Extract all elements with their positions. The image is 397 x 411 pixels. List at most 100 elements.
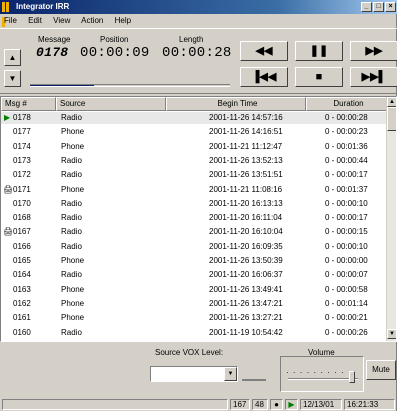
rewind-button[interactable]: ◀◀ <box>240 41 288 61</box>
table-row[interactable]: 0170 Radio 2001-11-20 16:13:13 0 - 00:00:10 <box>1 198 388 210</box>
list-header: Msg # Source Begin Time Duration <box>1 97 388 111</box>
cell-msg: 0167 <box>13 227 31 237</box>
volume-slider-track[interactable] <box>288 378 358 380</box>
cell-msg: 0177 <box>13 127 31 137</box>
table-row[interactable]: 🖨 0171 Phone 2001-11-21 11:08:16 0 - 00:01:3… <box>1 184 388 196</box>
cell-msg: 0168 <box>13 213 31 223</box>
cell-msg: 0174 <box>13 141 31 151</box>
menu-bar: File Edit View Action Help <box>0 14 397 27</box>
cell-begin-time: 2001-11-26 13:47:21 <box>209 298 283 308</box>
cell-duration: 0 - 00:01:14 <box>325 298 368 308</box>
table-row[interactable]: 0174 Phone 2001-11-21 11:12:47 0 - 00:01:36 <box>1 141 388 153</box>
cell-source: Radio <box>61 170 82 180</box>
table-row[interactable]: 0173 Radio 2001-11-26 13:52:13 0 - 00:00:44 <box>1 155 388 167</box>
cell-msg: 0173 <box>13 155 31 165</box>
table-row[interactable]: 🖨 0167 Radio 2001-11-20 16:10:04 0 - 00:00:1… <box>1 226 388 238</box>
cell-source: Phone <box>61 141 85 151</box>
cell-duration: 0 - 00:00:21 <box>325 313 368 323</box>
pause-button[interactable]: ❚❚ <box>295 41 343 61</box>
playback-display: Message Position Length 0178 00:00:09 00… <box>26 33 231 81</box>
column-header-source[interactable]: Source <box>56 97 166 111</box>
cell-duration: 0 - 00:01:36 <box>325 141 368 151</box>
cell-msg: 0160 <box>13 327 31 337</box>
table-row[interactable]: 0172 Radio 2001-11-26 13:51:51 0 - 00:00:17 <box>1 169 388 181</box>
cell-source: Phone <box>61 298 85 308</box>
cell-duration: 0 - 00:00:26 <box>325 327 368 337</box>
stop-button[interactable]: ■ <box>295 67 343 87</box>
lock-icon: 🖨 <box>3 184 14 194</box>
message-number: 0178 <box>36 45 69 60</box>
app-window: Integrator IRR _ □ × File Edit View Acti… <box>0 0 397 411</box>
cell-source: Radio <box>61 155 82 165</box>
cell-duration: 0 - 00:00:17 <box>325 213 368 223</box>
menu-file[interactable]: File <box>4 16 17 25</box>
message-label: Message <box>38 35 71 44</box>
playback-progress[interactable] <box>30 84 230 87</box>
cell-begin-time: 2001-11-20 16:10:04 <box>209 227 283 237</box>
progress-fill <box>30 85 94 86</box>
cell-begin-time: 2001-11-20 16:11:04 <box>209 213 283 223</box>
table-row[interactable]: 0164 Radio 2001-11-20 16:06:37 0 - 00:00:07 <box>1 269 388 281</box>
menu-action[interactable]: Action <box>81 16 103 25</box>
status-pane-main <box>2 399 228 410</box>
length-label: Length <box>179 35 204 44</box>
app-logo-icon <box>2 2 13 27</box>
table-row[interactable]: 0166 Radio 2001-11-20 16:09:35 0 - 00:00:10 <box>1 241 388 253</box>
cell-begin-time: 2001-11-26 13:51:51 <box>209 170 283 180</box>
position-label: Position <box>100 35 129 44</box>
cell-duration: 0 - 00:00:23 <box>325 127 368 137</box>
column-header-begin-time[interactable]: Begin Time <box>166 97 306 111</box>
skip-forward-button[interactable]: ▶▶▌ <box>350 67 397 87</box>
table-row[interactable]: 0160 Radio 2001-11-19 10:54:42 0 - 00:00:26 <box>1 327 388 339</box>
table-row[interactable]: 0161 Phone 2001-11-26 13:27:21 0 - 00:00:21 <box>1 312 388 324</box>
table-row[interactable]: 0162 Phone 2001-11-26 13:47:21 0 - 00:01:14 <box>1 298 388 310</box>
transport-panel: ▲ ▼ Message Position Length 0178 00:00:0… <box>0 28 397 94</box>
table-row[interactable]: 0168 Radio 2001-11-20 16:11:04 0 - 00:00:17 <box>1 212 388 224</box>
playing-icon: ▶ <box>4 113 11 122</box>
cell-begin-time: 2001-11-20 16:09:35 <box>209 241 283 251</box>
table-row[interactable]: 0163 Phone 2001-11-26 13:49:41 0 - 00:00:58 <box>1 284 388 296</box>
cell-source: Radio <box>61 241 82 251</box>
table-row[interactable]: ▶ 0178 Radio 2001-11-26 14:57:16 0 - 00:00:2… <box>1 112 388 124</box>
cell-msg: 0161 <box>13 313 31 323</box>
cell-duration: 0 - 00:00:15 <box>325 227 368 237</box>
chevron-down-icon[interactable]: ▼ <box>224 367 237 381</box>
volume-slider-thumb[interactable] <box>348 371 355 383</box>
cell-duration: 0 - 00:00:07 <box>325 270 368 280</box>
cell-source: Radio <box>61 198 82 208</box>
maximize-button[interactable]: □ <box>373 2 384 12</box>
scroll-down-button[interactable]: ▼ <box>387 329 396 339</box>
minimize-button[interactable]: _ <box>361 2 372 12</box>
mute-button[interactable]: Mute <box>366 360 396 380</box>
cell-duration: 0 - 00:00:10 <box>325 241 368 251</box>
next-message-button[interactable]: ▼ <box>4 70 21 87</box>
play-indicator-icon: ▶ <box>285 399 298 410</box>
cell-duration: 0 - 00:00:58 <box>325 284 368 294</box>
window-title: Integrator IRR <box>16 2 70 11</box>
column-header-msg[interactable]: Msg # <box>1 97 56 111</box>
table-row[interactable]: 0165 Phone 2001-11-26 13:50:39 0 - 00:00:00 <box>1 255 388 267</box>
previous-message-button[interactable]: ▲ <box>4 49 21 66</box>
cell-msg: 0165 <box>13 256 31 265</box>
status-date: 12/13/01 <box>300 399 342 410</box>
close-button[interactable]: × <box>385 2 396 12</box>
list-scrollbar[interactable]: ▲ ▼ <box>386 97 396 341</box>
menu-help[interactable]: Help <box>115 16 131 25</box>
table-row[interactable]: 0177 Phone 2001-11-26 14:16:51 0 - 00:00:23 <box>1 126 388 138</box>
menu-view[interactable]: View <box>53 16 70 25</box>
title-bar: Integrator IRR _ □ × <box>0 0 397 27</box>
vox-level-select[interactable]: ▼ <box>150 366 238 382</box>
column-header-duration[interactable]: Duration <box>306 97 388 111</box>
controls-panel: Source VOX Level: ▼ Volume · · · · · · ·… <box>0 344 397 396</box>
cell-source: Phone <box>61 184 85 194</box>
cell-source: Radio <box>61 227 82 237</box>
cell-source: Phone <box>61 313 85 323</box>
scroll-thumb[interactable] <box>387 107 396 131</box>
cell-duration: 0 - 00:00:00 <box>325 256 368 265</box>
fast-forward-button[interactable]: ▶▶ <box>350 41 397 61</box>
menu-edit[interactable]: Edit <box>28 16 42 25</box>
cell-begin-time: 2001-11-21 11:12:47 <box>209 141 283 151</box>
scroll-up-button[interactable]: ▲ <box>387 97 396 107</box>
cell-source: Phone <box>61 127 85 137</box>
skip-back-button[interactable]: ▐◀◀ <box>240 67 288 87</box>
